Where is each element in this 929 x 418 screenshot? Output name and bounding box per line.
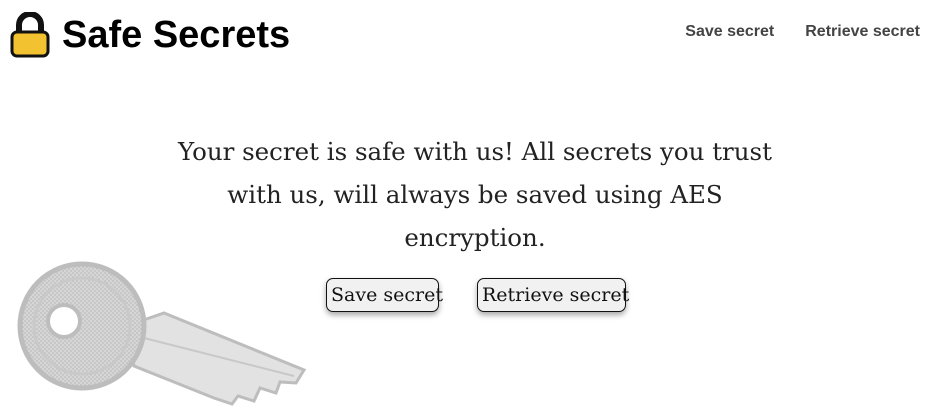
save-secret-button[interactable]: Save secret — [326, 278, 443, 312]
action-buttons: Save secret Retrieve secret — [0, 278, 929, 318]
site-title: Safe Secrets — [62, 14, 291, 56]
site-header: Safe Secrets Save secret Retrieve secret — [0, 0, 929, 70]
nav-save-secret-link[interactable]: Save secret — [685, 23, 774, 41]
padlock-icon — [10, 12, 50, 58]
nav-retrieve-secret-link[interactable]: Retrieve secret — [805, 23, 920, 41]
tagline-text: Your secret is safe with us! All secrets… — [178, 137, 772, 252]
retrieve-secret-button[interactable]: Retrieve secret — [477, 278, 629, 312]
top-nav: Save secret Retrieve secret — [685, 23, 920, 41]
